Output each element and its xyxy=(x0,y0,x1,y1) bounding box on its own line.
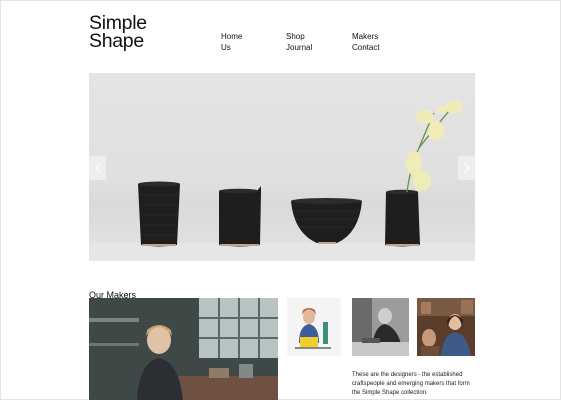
maker-portrait-3 xyxy=(417,298,475,356)
maker-photo-2[interactable] xyxy=(352,298,409,356)
carousel-next-button[interactable] xyxy=(458,156,475,180)
nav-column-2: Shop Journal xyxy=(286,31,312,53)
nav-column-1: Home Us xyxy=(221,31,242,53)
jug-pot xyxy=(219,186,261,247)
nav-link-journal[interactable]: Journal xyxy=(286,42,312,53)
maker-photo-3[interactable] xyxy=(417,298,475,356)
maker-portrait-1 xyxy=(287,298,341,356)
nav-link-shop[interactable]: Shop xyxy=(286,31,312,42)
hero-carousel xyxy=(89,73,475,261)
tumbler-pot xyxy=(138,181,180,247)
chevron-right-icon xyxy=(464,163,470,173)
nav-link-home[interactable]: Home xyxy=(221,31,242,42)
maker-photo-1[interactable] xyxy=(287,298,341,356)
vase-pot xyxy=(385,189,420,247)
nav-link-makers[interactable]: Makers xyxy=(352,31,380,42)
maker-portrait-2 xyxy=(352,298,409,356)
nav-column-3: Makers Contact xyxy=(352,31,380,53)
maker-photo-featured[interactable] xyxy=(89,298,278,400)
workshop-photo xyxy=(89,298,278,400)
bowl-pot xyxy=(291,198,362,244)
nav-link-contact[interactable]: Contact xyxy=(352,42,380,53)
carousel-prev-button[interactable] xyxy=(89,156,106,180)
logo-line-2: Shape xyxy=(89,30,144,52)
nav-link-us[interactable]: Us xyxy=(221,42,242,53)
site-logo[interactable]: Simple Shape xyxy=(89,13,147,52)
hero-image xyxy=(89,100,475,261)
chevron-left-icon xyxy=(94,163,100,173)
makers-description: These are the designers - the establishe… xyxy=(352,372,470,396)
